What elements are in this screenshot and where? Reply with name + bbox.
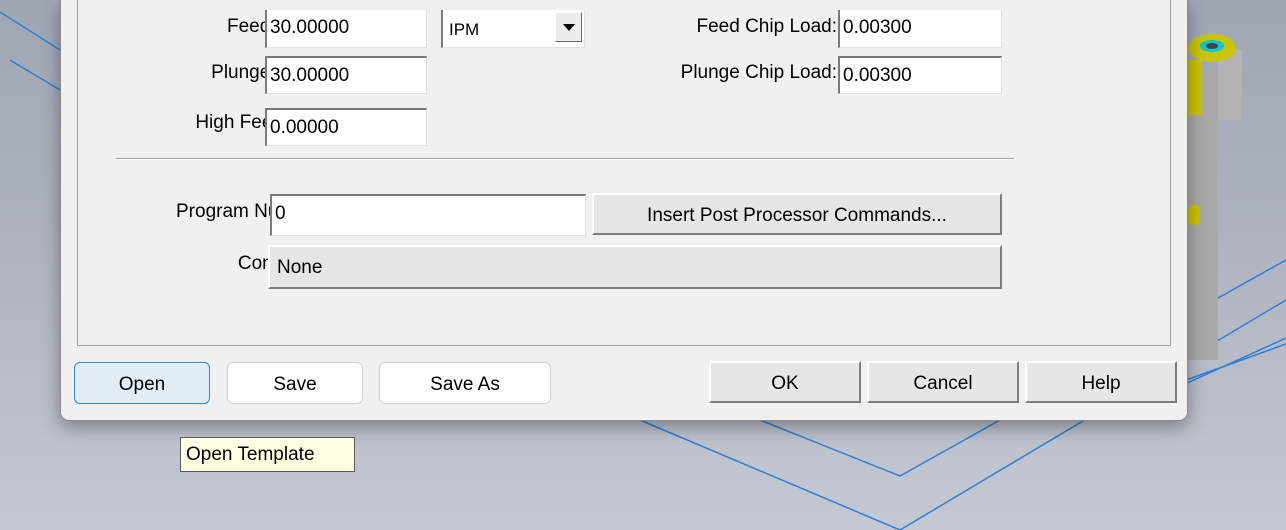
settings-panel: Feed Rate: 30.00000 IPM Feed Chip Load: … [77,0,1171,346]
feed-chip-load-input[interactable]: 0.00300 [838,10,1002,48]
units-dropdown-button[interactable] [555,12,582,42]
section-divider [116,158,1014,160]
units-select[interactable]: IPM [441,10,585,48]
feed-rate-input[interactable]: 30.00000 [265,10,427,48]
save-button[interactable]: Save [227,362,363,404]
chevron-down-icon [563,24,575,31]
units-select-value: IPM [449,20,480,39]
program-number-input[interactable]: 0 [270,194,586,236]
operation-dialog: Feed Rate: 30.00000 IPM Feed Chip Load: … [60,0,1188,421]
save-as-button[interactable]: Save As [379,362,551,404]
grid-line [759,419,901,477]
cancel-button[interactable]: Cancel [867,361,1019,403]
help-button[interactable]: Help [1025,361,1177,403]
grid-line [639,419,901,530]
insert-post-processor-commands-button[interactable]: Insert Post Processor Commands... [592,193,1002,235]
comments-button[interactable]: None [268,245,1002,289]
part-model-icon [1188,34,1242,360]
plunge-rate-input[interactable]: 30.00000 [265,56,427,94]
open-template-tooltip: Open Template [180,437,355,472]
high-feedrate-input[interactable]: 0.00000 [265,108,427,146]
grid-line [9,59,61,91]
ok-button[interactable]: OK [709,361,861,403]
grid-line [0,11,61,51]
plunge-chip-load-label: Plunge Chip Load: [680,62,837,83]
feed-chip-load-label: Feed Chip Load: [696,16,838,37]
plunge-chip-load-input[interactable]: 0.00300 [838,56,1002,94]
open-button[interactable]: Open [74,362,210,404]
